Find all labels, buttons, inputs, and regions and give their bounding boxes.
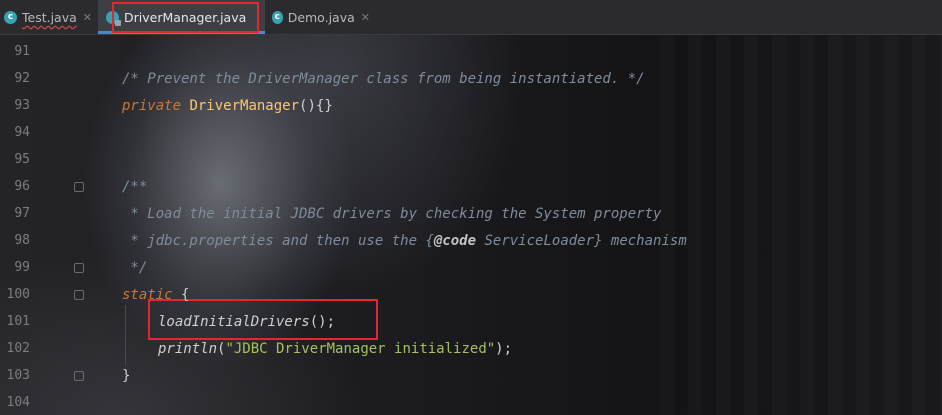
java-class-icon: c [4, 10, 17, 24]
fold-marker-icon[interactable] [74, 182, 84, 192]
tab-label: Demo.java [287, 9, 355, 25]
line-number: 103 [6, 368, 30, 383]
line-number: 99 [14, 260, 30, 275]
java-class-icon: c [272, 10, 283, 24]
close-icon[interactable]: ✕ [83, 11, 92, 24]
line-number: 92 [14, 71, 30, 86]
code-line-98: * jdbc.properties and then use the {@cod… [122, 233, 687, 249]
tab-label: Test.java [22, 9, 77, 25]
code-line-97: * Load the initial JDBC drivers by check… [122, 206, 662, 222]
code-line-96: /** [122, 179, 148, 195]
line-number: 97 [14, 206, 30, 221]
line-number: 94 [14, 125, 30, 140]
indent-guide [125, 305, 126, 365]
code-line-99: */ [122, 260, 148, 276]
line-number: 104 [6, 395, 30, 410]
background-decoration [660, 34, 942, 415]
fold-marker-icon[interactable] [74, 290, 84, 300]
fold-marker-icon[interactable] [74, 371, 84, 381]
line-number: 96 [14, 179, 30, 194]
fold-marker-icon[interactable] [74, 263, 84, 273]
line-number: 93 [14, 98, 30, 113]
editor-window: { "tabs": [ {"label": "Test.java", "icon… [0, 0, 942, 415]
code-line-102: println("JDBC DriverManager initialized"… [158, 341, 513, 357]
line-number: 95 [14, 152, 30, 167]
code-line-100: static { [122, 287, 190, 303]
code-line-101: loadInitialDrivers(); [158, 314, 336, 330]
code-line-93: private DriverManager(){} [122, 98, 333, 114]
tab-demo-java[interactable]: c Demo.java ✕ [270, 0, 370, 34]
close-icon[interactable]: ✕ [361, 11, 370, 24]
line-number: 98 [14, 233, 30, 248]
tab-test-java[interactable]: c Test.java ✕ [4, 0, 96, 34]
line-number: 100 [6, 287, 30, 302]
code-line-103: } [122, 368, 131, 384]
line-number: 102 [6, 341, 30, 356]
line-number: 91 [14, 44, 30, 59]
code-line-92: /* Prevent the DriverManager class from … [122, 71, 645, 87]
highlight-box-tab [112, 2, 259, 33]
line-number: 101 [6, 314, 30, 329]
method-call[interactable]: loadInitialDrivers [158, 314, 310, 330]
